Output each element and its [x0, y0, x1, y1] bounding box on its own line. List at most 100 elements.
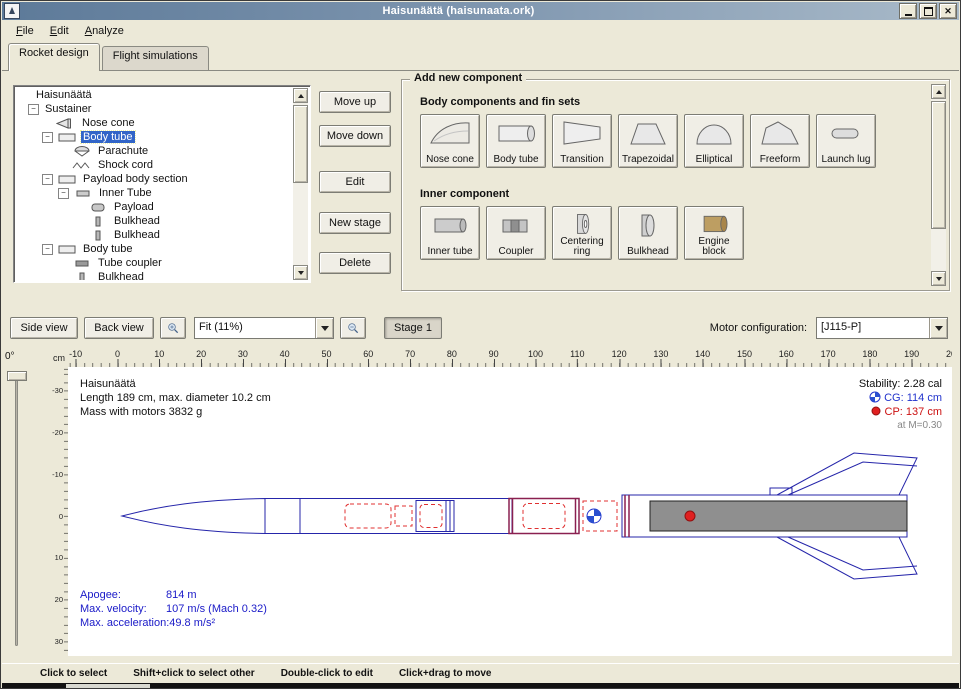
edit-button[interactable]: Edit	[319, 171, 391, 193]
close-button[interactable]: ✕	[939, 3, 957, 19]
engine-block-icon	[692, 210, 736, 237]
palette-label: Bulkhead	[627, 247, 669, 257]
scroll-thumb[interactable]	[293, 105, 308, 183]
palette-engine-block[interactable]: Engine block	[684, 206, 744, 260]
dropdown-arrow-button[interactable]	[315, 318, 333, 338]
collapse-icon[interactable]: −	[42, 132, 53, 143]
body-tube-icon	[57, 244, 77, 255]
move-up-button[interactable]: Move up	[319, 91, 391, 113]
desktop-strip-highlight	[66, 684, 150, 688]
tube-coupler-icon	[72, 258, 92, 269]
h-ruler-label: 100	[528, 349, 543, 359]
motor-configuration-label: Motor configuration:	[710, 322, 807, 334]
collapse-icon[interactable]: −	[42, 244, 53, 255]
collapse-icon[interactable]: −	[58, 188, 69, 199]
cg-marker	[587, 509, 601, 523]
side-view-button[interactable]: Side view	[10, 317, 78, 339]
menu-edit[interactable]: Edit	[42, 22, 77, 40]
menu-analyze[interactable]: Analyze	[77, 22, 132, 40]
palette-elliptical-fin[interactable]: Elliptical	[684, 114, 744, 168]
apogee-value: 814 m	[166, 589, 197, 601]
scroll-up-button[interactable]	[931, 84, 946, 99]
zoom-out-icon	[347, 320, 359, 336]
motor-configuration-select[interactable]: [J115-P]	[816, 317, 948, 339]
collapse-icon[interactable]: −	[42, 174, 53, 185]
group-title: Add new component	[410, 72, 526, 84]
tree-label: Nose cone	[80, 117, 137, 129]
back-view-button[interactable]: Back view	[84, 317, 154, 339]
tree-label: Tube coupler	[96, 257, 164, 269]
scroll-down-button[interactable]	[293, 265, 308, 280]
tree-row-shock-cord[interactable]: Shock cord	[16, 158, 293, 172]
delete-button[interactable]: Delete	[319, 252, 391, 274]
tree-row-root[interactable]: Haisunäätä	[16, 88, 293, 102]
menu-file[interactable]: File	[8, 22, 42, 40]
tree-row-tube-coupler[interactable]: Tube coupler	[16, 256, 293, 270]
parachute-icon	[72, 146, 92, 157]
tree-scrollbar[interactable]	[293, 88, 308, 280]
h-ruler-label: 130	[653, 349, 668, 359]
tree-label: Bulkhead	[112, 215, 162, 227]
tree-row-parachute[interactable]: Parachute	[16, 144, 293, 158]
tree-label: Payload body section	[81, 173, 190, 185]
freeform-fin-icon	[758, 118, 802, 148]
move-down-button[interactable]: Move down	[319, 125, 391, 147]
body-tube-icon	[494, 118, 538, 148]
tree-row-inner-tube[interactable]: − Inner Tube	[16, 186, 293, 200]
inner-tube-icon	[428, 210, 472, 240]
chevron-down-icon	[935, 326, 943, 331]
rotation-slider-track[interactable]	[15, 373, 18, 646]
tree-label: Bulkhead	[96, 271, 146, 280]
zoom-in-button[interactable]	[160, 317, 186, 339]
palette-body-tube[interactable]: Body tube	[486, 114, 546, 168]
tree-row-nose-cone[interactable]: Nose cone	[16, 116, 293, 130]
palette-coupler[interactable]: Coupler	[486, 206, 546, 260]
cg-label: CG:	[884, 392, 904, 404]
collapse-icon[interactable]: −	[28, 104, 39, 115]
tree-row-payload[interactable]: Payload	[16, 200, 293, 214]
palette-inner-tube[interactable]: Inner tube	[420, 206, 480, 260]
palette-transition[interactable]: Transition	[552, 114, 612, 168]
max-velocity-value: 107 m/s (Mach 0.32)	[166, 603, 267, 615]
palette-nose-cone[interactable]: Nose cone	[420, 114, 480, 168]
h-ruler-label: 70	[405, 349, 415, 359]
title-bar[interactable]: Haisunäätä (haisunaata.ork) ✕	[2, 2, 959, 20]
palette-launch-lug[interactable]: Launch lug	[816, 114, 876, 168]
palette-bulkhead[interactable]: Bulkhead	[618, 206, 678, 260]
zoom-level-value: Fit (11%)	[195, 318, 315, 338]
scroll-up-button[interactable]	[293, 88, 308, 103]
tree-row-sustainer[interactable]: − Sustainer	[16, 102, 293, 116]
zoom-out-button[interactable]	[340, 317, 366, 339]
nose-cone-icon	[56, 118, 76, 129]
palette-trapezoidal-fin[interactable]: Trapezoidal	[618, 114, 678, 168]
rotation-angle-label: 0°	[5, 351, 15, 362]
tree-row-bulkhead-2[interactable]: Bulkhead	[16, 228, 293, 242]
tree-row-body-tube-2[interactable]: − Body tube	[16, 242, 293, 256]
h-ruler-label: 10	[154, 349, 164, 359]
tree-row-body-tube[interactable]: − Body tube	[16, 130, 293, 144]
stage-1-toggle[interactable]: Stage 1	[384, 317, 442, 339]
rocket-canvas[interactable]: Haisunäätä Length 189 cm, max. diameter …	[68, 367, 952, 656]
h-ruler-label: -10	[69, 349, 82, 359]
rotation-slider-handle[interactable]	[7, 371, 27, 381]
scroll-thumb[interactable]	[931, 101, 946, 229]
nose-cone-icon	[428, 118, 472, 148]
palette-freeform-fin[interactable]: Freeform	[750, 114, 810, 168]
h-ruler-label: 140	[695, 349, 710, 359]
tree-row-bulkhead-3[interactable]: Bulkhead	[16, 270, 293, 280]
mach-note: at M=0.30	[859, 419, 942, 433]
h-ruler-label: 150	[737, 349, 752, 359]
dropdown-arrow-button[interactable]	[929, 318, 947, 338]
minimize-button[interactable]	[899, 3, 917, 19]
tab-flight-simulations[interactable]: Flight simulations	[102, 46, 209, 70]
scroll-down-button[interactable]	[931, 271, 946, 286]
tab-rocket-design[interactable]: Rocket design	[8, 43, 100, 71]
component-tree[interactable]: Haisunäätä − Sustainer Nose cone − Body …	[13, 85, 311, 283]
zoom-level-select[interactable]: Fit (11%)	[194, 317, 334, 339]
tree-row-bulkhead-1[interactable]: Bulkhead	[16, 214, 293, 228]
maximize-button[interactable]	[919, 3, 937, 19]
new-stage-button[interactable]: New stage	[319, 212, 391, 234]
palette-scrollbar[interactable]	[931, 84, 946, 286]
palette-centering-ring[interactable]: Centering ring	[552, 206, 612, 260]
tree-row-payload-section[interactable]: − Payload body section	[16, 172, 293, 186]
